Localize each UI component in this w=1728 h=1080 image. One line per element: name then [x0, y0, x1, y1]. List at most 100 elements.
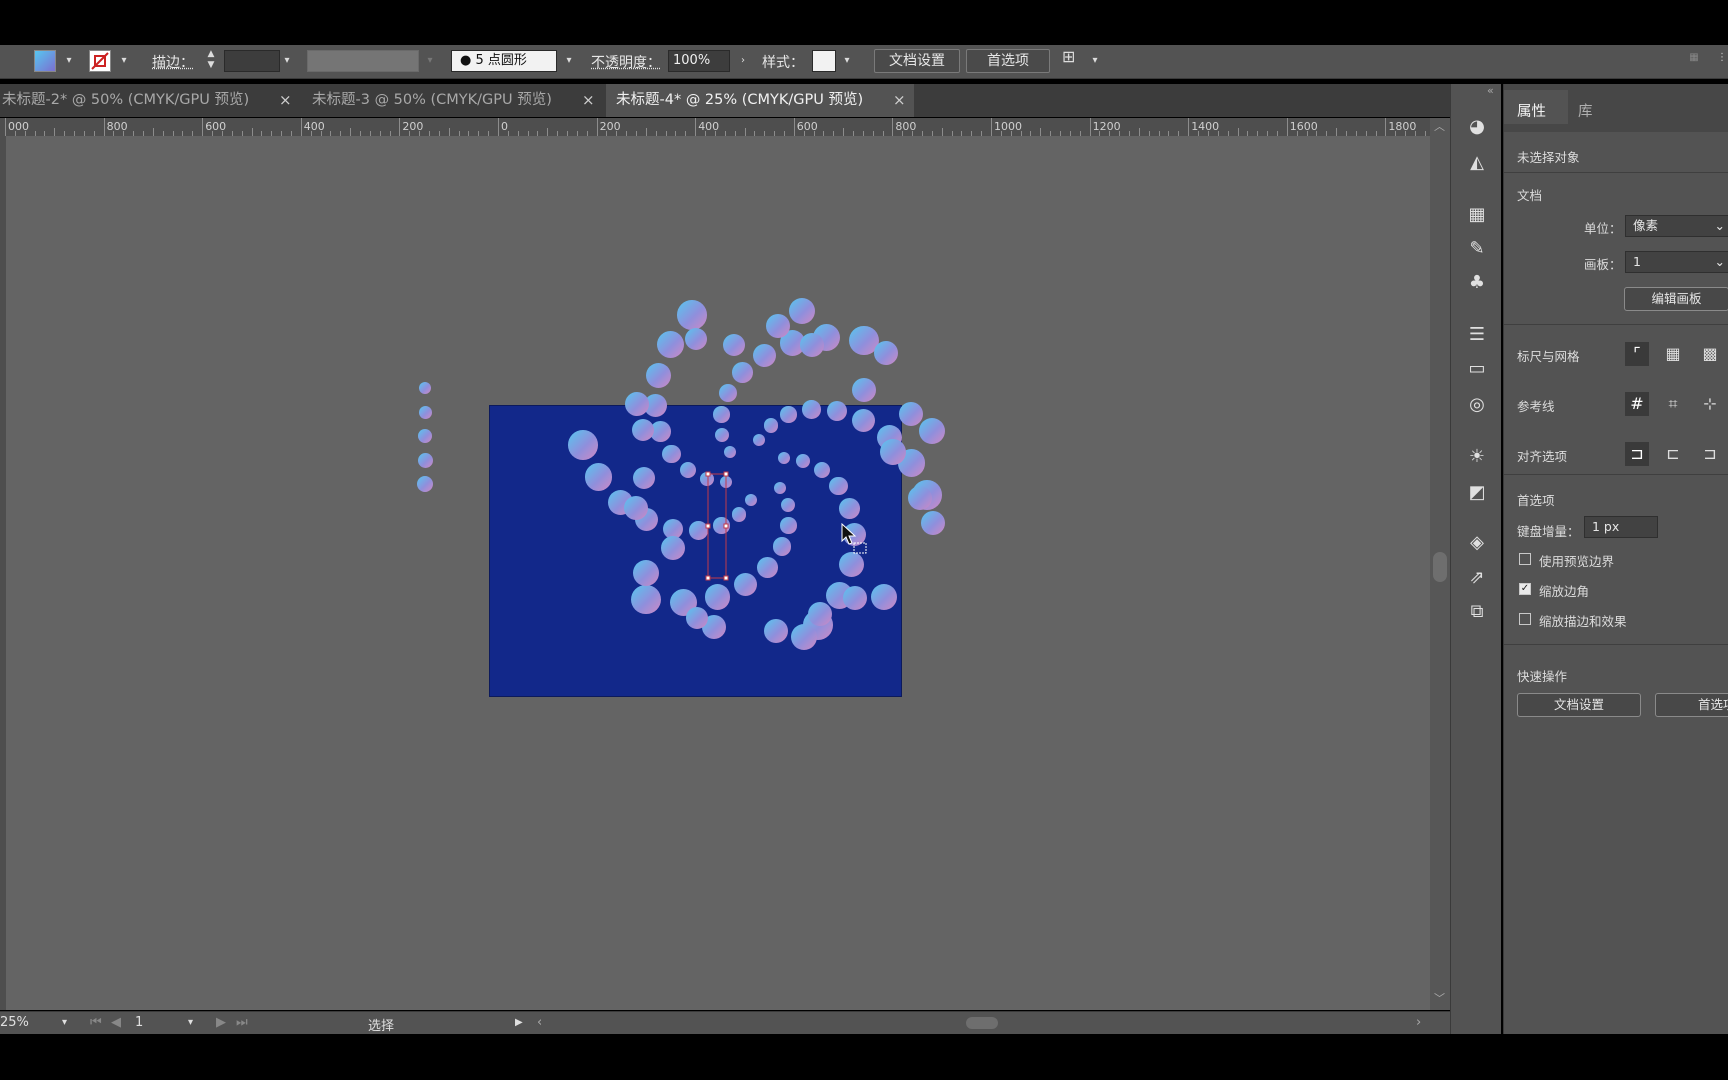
gradient-dot[interactable] [723, 445, 736, 458]
chevron-down-icon[interactable]: ▾ [63, 55, 75, 67]
gradient-dot[interactable] [723, 334, 745, 356]
gradient-dot[interactable] [899, 402, 923, 426]
gradient-dot[interactable] [780, 498, 795, 513]
fill-swatch-icon[interactable] [34, 50, 56, 72]
keyboard-increment-input[interactable]: 1 px [1584, 516, 1658, 538]
gradient-dot[interactable] [843, 586, 867, 610]
grid-icon[interactable]: ▦ [1661, 342, 1685, 366]
gradient-dot[interactable] [852, 378, 876, 402]
gradient-dot[interactable] [624, 496, 648, 520]
gradient-dot[interactable] [791, 624, 817, 650]
chevron-up-icon[interactable]: ︿ [1434, 118, 1445, 134]
chevron-down-icon[interactable]: ▾ [841, 55, 853, 67]
gradient-dot[interactable] [661, 536, 685, 560]
tab-untitled-3[interactable]: 未标题-3 @ 50% (CMYK/GPU 预览) × [310, 84, 604, 117]
color-guide-icon[interactable]: ◕ [1466, 116, 1488, 138]
last-artboard-icon[interactable]: ⏭ [236, 1015, 248, 1030]
collapse-panels-icon[interactable]: « [1487, 84, 1494, 97]
close-icon[interactable]: × [582, 84, 595, 117]
gradient-dot[interactable] [874, 341, 898, 365]
scale-corners-checkbox[interactable]: ✓ [1519, 583, 1531, 595]
gradient-dot[interactable] [633, 560, 659, 586]
graphic-styles-icon[interactable]: ◩ [1466, 482, 1488, 504]
swatches-icon[interactable]: ▦ [1466, 204, 1488, 226]
gradient-dot[interactable] [852, 408, 876, 432]
guides-icon[interactable]: # [1625, 392, 1649, 416]
layers-icon[interactable]: ◈ [1466, 532, 1488, 554]
gradient-dot[interactable] [632, 419, 654, 441]
gradient-dot[interactable] [418, 405, 432, 419]
gradient-dot[interactable] [745, 493, 758, 506]
gradient-dot[interactable] [686, 607, 708, 629]
horizontal-scroll-thumb[interactable] [966, 1017, 998, 1029]
gradient-dot[interactable] [417, 476, 433, 492]
gradient-dot[interactable] [871, 584, 897, 610]
document-setup-button[interactable]: 文档设置 [874, 49, 960, 73]
quick-preferences-button[interactable]: 首选项 [1655, 693, 1728, 717]
close-icon[interactable]: × [893, 84, 906, 117]
artboards-icon[interactable]: ⧉ [1466, 601, 1488, 623]
gradient-dot[interactable] [633, 467, 655, 489]
artboard-number[interactable]: 1 [135, 1015, 143, 1030]
chevron-down-icon[interactable]: ﹀ [1434, 990, 1445, 1006]
scale-strokes-effects-checkbox[interactable] [1519, 613, 1531, 625]
gradient-dot[interactable] [625, 392, 649, 416]
transparency-icon[interactable]: ◎ [1466, 394, 1488, 416]
gradient-dot[interactable] [808, 602, 832, 626]
variable-width-profile[interactable] [307, 50, 419, 72]
horizontal-ruler[interactable]: 000 800 600 400 200 0 200 400 600 800 1000 1200 1400… [0, 118, 1430, 137]
lock-guides-icon[interactable]: ⌗ [1661, 392, 1685, 416]
gradient-dot[interactable] [802, 399, 821, 419]
grid-layout-icon[interactable]: ▦ [1688, 52, 1700, 64]
tab-untitled-2[interactable]: 未标题-2* @ 50% (CMYK/GPU 预览) × [0, 84, 300, 117]
zoom-level[interactable]: 25% [0, 1015, 29, 1030]
tab-untitled-4[interactable]: 未标题-4* @ 25% (CMYK/GPU 预览) × [606, 84, 914, 117]
gradient-dot[interactable] [679, 461, 696, 479]
symbols-icon[interactable]: ♣ [1466, 272, 1488, 294]
gradient-dot[interactable] [731, 362, 753, 384]
gradient-dot[interactable] [417, 452, 433, 468]
gradient-dot[interactable] [763, 418, 778, 433]
panel-menu-icon[interactable]: ⋮ [1716, 52, 1728, 64]
gradient-dot[interactable] [766, 314, 790, 338]
chevron-down-icon[interactable]: ▾ [281, 55, 293, 67]
gradient-dot[interactable] [752, 434, 765, 447]
chevron-down-icon[interactable]: ▾ [118, 55, 130, 67]
gradient-dot[interactable] [752, 343, 776, 367]
gradient-dot[interactable] [567, 429, 598, 460]
gradient-dot[interactable] [789, 298, 815, 324]
selection-bounding-box[interactable] [700, 468, 730, 588]
image-trace-icon[interactable]: ◭ [1466, 152, 1488, 174]
scroll-right-icon[interactable]: › [1416, 1015, 1421, 1030]
gradient-dot[interactable] [418, 429, 432, 443]
previous-artboard-icon[interactable]: ◀ [111, 1015, 121, 1030]
gradient-dot[interactable] [585, 463, 613, 491]
stroke-swatch-icon[interactable] [89, 50, 111, 72]
align-to-selection-icon[interactable]: ⊐ [1698, 442, 1722, 466]
tab-properties[interactable]: 属性 [1517, 100, 1546, 121]
first-artboard-icon[interactable]: ⏮ [90, 1015, 102, 1030]
gradient-dot[interactable] [829, 476, 848, 496]
units-select[interactable]: 像素 ⌄ [1625, 215, 1728, 237]
gradient-dot[interactable] [713, 406, 730, 423]
gradient-dot[interactable] [732, 507, 747, 522]
quick-document-setup-button[interactable]: 文档设置 [1517, 693, 1641, 717]
scroll-left-icon[interactable]: ‹ [537, 1015, 542, 1030]
gradient-dot[interactable] [921, 511, 945, 535]
vertical-scrollbar[interactable]: ︿ ﹀ [1430, 118, 1450, 1010]
gradient-dot[interactable] [631, 584, 661, 615]
stroke-panel-icon[interactable]: ☰ [1466, 324, 1488, 346]
opacity-input[interactable]: 100% [668, 50, 730, 72]
gradient-dot[interactable] [677, 300, 707, 331]
gradient-dot[interactable] [880, 439, 906, 465]
close-icon[interactable]: × [279, 84, 292, 117]
brushes-icon[interactable]: ✎ [1466, 238, 1488, 260]
status-menu-arrow-icon[interactable]: ▶ [515, 1017, 523, 1028]
gradient-dot[interactable] [908, 486, 932, 510]
gradient-dot[interactable] [780, 406, 797, 423]
ruler-icon[interactable]: ⌜ [1625, 342, 1649, 366]
transparency-grid-icon[interactable]: ▩ [1698, 342, 1722, 366]
use-preview-bounds-checkbox[interactable] [1519, 553, 1531, 565]
tab-library[interactable]: 库 [1578, 100, 1593, 121]
chevron-down-icon[interactable]: ▾ [188, 1017, 193, 1028]
